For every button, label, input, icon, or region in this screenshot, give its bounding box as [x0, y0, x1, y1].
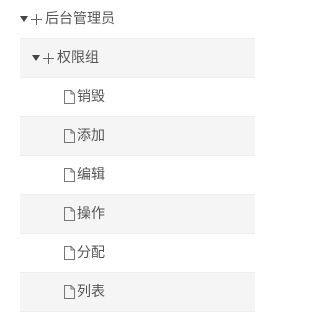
caret-down-icon[interactable]: [20, 16, 28, 22]
tree-leaf-item[interactable]: 添加: [20, 117, 255, 156]
file-icon: [64, 207, 75, 221]
caret-down-icon[interactable]: [32, 55, 40, 61]
file-icon: [64, 246, 75, 260]
tree-leaf-item[interactable]: 销毁: [20, 78, 255, 117]
tree-leaf-item[interactable]: 分配: [20, 234, 255, 273]
file-icon: [64, 168, 75, 182]
file-icon: [64, 90, 75, 104]
file-icon: [64, 285, 75, 299]
tree-node-group[interactable]: 权限组: [20, 39, 255, 78]
tree-leaf-item[interactable]: 操作: [20, 195, 255, 234]
tree-node-label: 权限组: [57, 50, 99, 66]
tree-leaf-label: 列表: [77, 284, 105, 300]
tree-leaf-item[interactable]: 列表: [20, 273, 255, 312]
tree-leaf-label: 添加: [77, 128, 105, 144]
plus-icon: [43, 52, 54, 64]
tree-leaf-label: 编辑: [77, 167, 105, 183]
tree-leaf-label: 分配: [77, 245, 105, 261]
tree-node-root[interactable]: 后台管理员: [20, 0, 255, 39]
tree-node-label: 后台管理员: [45, 11, 115, 27]
tree-leaf-label: 销毁: [77, 89, 105, 105]
permission-tree: 后台管理员 权限组 销毁 添加 编辑 操作 分配 列表: [0, 0, 278, 328]
file-icon: [64, 129, 75, 143]
tree-leaf-label: 操作: [77, 206, 105, 222]
tree-leaf-item[interactable]: 编辑: [20, 156, 255, 195]
plus-icon: [31, 13, 42, 25]
